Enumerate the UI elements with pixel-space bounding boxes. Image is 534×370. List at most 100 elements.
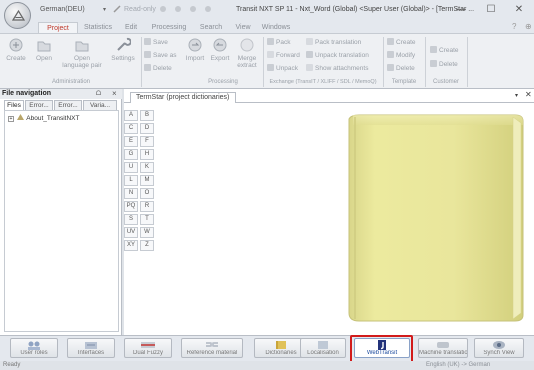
help-icon[interactable]: ? — [512, 22, 516, 31]
save-button[interactable]: Save — [144, 38, 168, 47]
open-language-pair-label: Open language pair — [62, 55, 102, 69]
open-language-pair-button[interactable]: Open language pair — [60, 37, 104, 77]
close-icon[interactable]: × — [112, 89, 117, 99]
group-separator — [467, 37, 468, 87]
pack-translation-button[interactable]: Pack translation — [306, 38, 361, 47]
letter-button[interactable]: UV — [124, 227, 138, 238]
template-create-button[interactable]: Create — [387, 38, 416, 47]
import-button[interactable]: Import — [184, 37, 206, 77]
settings-label: Settings — [111, 55, 135, 62]
minimize-button[interactable]: — — [448, 2, 474, 18]
template-create-icon — [387, 38, 394, 45]
nav-tab-variables[interactable]: Varia... — [83, 100, 117, 110]
close-button[interactable]: ✕ — [506, 2, 532, 18]
letter-button[interactable]: Z — [140, 240, 154, 251]
readonly-label: Read-only — [124, 6, 156, 13]
pen-icon[interactable] — [112, 4, 124, 16]
open-folder-icon — [37, 41, 51, 52]
tab-project[interactable]: Project — [38, 22, 78, 33]
localisation-button[interactable]: Localisation — [300, 338, 346, 358]
tab-edit[interactable]: Edit — [120, 22, 142, 33]
app-menu-button[interactable] — [4, 2, 31, 29]
window-title: Transit NXT SP 11 - Nxt_Word (Global) <S… — [236, 6, 475, 13]
letter-button[interactable]: R — [140, 201, 154, 212]
letter-button[interactable]: H — [140, 149, 154, 160]
users-icon — [28, 341, 40, 350]
group-administration-label: Administration — [51, 79, 90, 85]
letter-button[interactable]: D — [140, 123, 154, 134]
letter-button[interactable]: T — [140, 214, 154, 225]
tab-windows[interactable]: Windows — [258, 22, 294, 33]
customer-delete-icon — [430, 60, 437, 67]
expand-icon[interactable]: + — [8, 116, 14, 122]
unpack-translation-icon — [306, 51, 313, 58]
language-direction-status: English (UK) -> German — [426, 362, 491, 368]
letter-button[interactable]: B — [140, 110, 154, 121]
unpack-button[interactable]: Unpack — [267, 64, 298, 73]
panel-close-icon[interactable]: ✕ — [525, 90, 532, 99]
wrench-icon — [117, 37, 131, 51]
letter-button[interactable]: E — [124, 136, 138, 147]
create-project-button[interactable]: Create — [4, 37, 28, 77]
forward-button[interactable]: Forward — [267, 51, 300, 60]
merge-extract-label: Merge extract — [237, 55, 257, 69]
letter-button[interactable]: O — [140, 188, 154, 199]
project-icon — [16, 114, 24, 120]
letter-button[interactable]: N — [124, 188, 138, 199]
open-project-button[interactable]: Open — [32, 37, 56, 77]
tab-statistics[interactable]: Statistics — [80, 22, 116, 33]
letter-button[interactable]: F — [140, 136, 154, 147]
file-tree[interactable] — [4, 110, 119, 332]
letter-button[interactable]: S — [124, 214, 138, 225]
unpack-translation-button[interactable]: Unpack translation — [306, 51, 369, 60]
letter-button[interactable]: G — [124, 149, 138, 160]
ribbon-options-icon[interactable]: ⊕ — [525, 22, 532, 31]
nav-tab-error-2[interactable]: Error... — [54, 100, 82, 110]
merge-extract-button[interactable]: Merge extract — [234, 37, 260, 77]
letter-button[interactable]: A — [124, 110, 138, 121]
maximize-button[interactable]: ☐ — [478, 2, 504, 18]
customer-create-button[interactable]: Create — [430, 46, 459, 55]
reference-material-button[interactable]: Reference material — [181, 338, 243, 358]
letter-button[interactable]: PQ — [124, 201, 138, 212]
export-button[interactable]: Export — [208, 37, 232, 77]
save-as-button[interactable]: Save as — [144, 51, 177, 60]
tree-item[interactable]: + About_TransitNXT — [8, 113, 80, 122]
panel-menu-icon[interactable]: ▾ — [515, 92, 518, 99]
dual-fuzzy-button[interactable]: Dual Fuzzy — [124, 338, 172, 358]
nav-tab-files[interactable]: Files — [4, 100, 24, 110]
pin-icon[interactable]: ᗝ — [96, 89, 101, 99]
synch-view-button[interactable]: Synch View — [474, 338, 524, 358]
interfaces-button[interactable]: Interfaces — [67, 338, 115, 358]
tab-processing[interactable]: Processing — [148, 22, 190, 33]
letter-button[interactable]: L — [124, 175, 138, 186]
letter-button[interactable]: M — [140, 175, 154, 186]
user-roles-button[interactable]: User roles — [10, 338, 58, 358]
tab-view[interactable]: View — [232, 22, 254, 33]
quick-access-toolbar[interactable] — [158, 4, 218, 16]
settings-button[interactable]: Settings — [108, 37, 138, 77]
template-delete-button[interactable]: Delete — [387, 64, 415, 73]
customer-delete-button[interactable]: Delete — [430, 60, 458, 69]
show-attachments-button[interactable]: Show attachments — [306, 64, 368, 73]
pack-button[interactable]: Pack — [267, 38, 290, 47]
group-template-label: Template — [391, 79, 417, 85]
letter-button[interactable]: XY — [124, 240, 138, 251]
letter-button[interactable]: W — [140, 227, 154, 238]
chevron-down-icon: ▾ — [102, 7, 106, 13]
letter-button[interactable]: U — [124, 162, 138, 173]
machine-translation-icon — [437, 342, 449, 348]
create-project-icon — [9, 38, 23, 52]
letter-button[interactable]: C — [124, 123, 138, 134]
tab-termstar[interactable]: TermStar (project dictionaries) — [130, 92, 236, 103]
language-combo[interactable]: German(DEU) ▾ — [38, 4, 108, 16]
nav-tab-error-1[interactable]: Error... — [25, 100, 53, 110]
machine-translation-button[interactable]: Machine translation — [418, 338, 468, 358]
letter-button[interactable]: K — [140, 162, 154, 173]
webtransit-button[interactable]: WebTransit — [354, 338, 410, 358]
tab-search[interactable]: Search — [196, 22, 226, 33]
template-modify-button[interactable]: Modify — [387, 51, 415, 60]
merge-icon — [240, 38, 254, 52]
interfaces-icon — [85, 342, 97, 349]
delete-project-button[interactable]: Delete — [144, 64, 172, 73]
